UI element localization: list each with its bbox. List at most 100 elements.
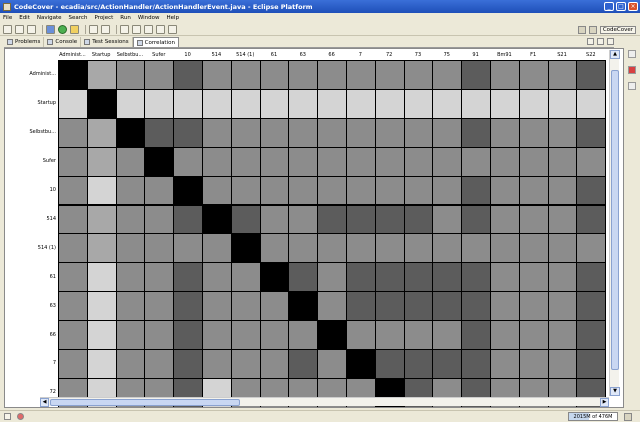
run-icon[interactable] (58, 24, 67, 34)
matrix-cell[interactable] (317, 349, 347, 379)
minimize-button[interactable]: _ (604, 2, 614, 11)
restore-view-icon[interactable] (628, 50, 636, 58)
matrix-cell[interactable] (317, 60, 347, 90)
close-button[interactable]: × (628, 2, 638, 11)
matrix-cell[interactable] (518, 175, 549, 206)
matrix-cell[interactable] (202, 204, 232, 235)
matrix-cell[interactable] (346, 117, 376, 148)
matrix-cell[interactable] (259, 233, 290, 264)
matrix-cell[interactable] (144, 349, 175, 379)
matrix-cell[interactable] (576, 320, 607, 350)
matrix-cell[interactable] (317, 233, 347, 264)
matrix-cell[interactable] (86, 117, 117, 148)
matrix-cell[interactable] (317, 175, 347, 206)
scroll-left-icon[interactable]: ◀ (40, 398, 49, 407)
matrix-cell[interactable] (115, 117, 146, 148)
matrix-cell[interactable] (288, 60, 319, 90)
external-tools-icon[interactable] (70, 24, 79, 34)
open-type-icon[interactable] (89, 24, 98, 34)
matrix-cell[interactable] (576, 146, 607, 177)
next-annotation-icon[interactable] (132, 24, 141, 34)
matrix-cell[interactable] (518, 233, 549, 264)
matrix-cell[interactable] (288, 262, 319, 293)
menu-window[interactable]: Window (138, 15, 160, 21)
vertical-scroll-thumb[interactable] (611, 70, 619, 370)
matrix-cell[interactable] (461, 204, 491, 235)
matrix-cell[interactable] (317, 146, 347, 177)
matrix-cell[interactable] (374, 262, 405, 293)
matrix-cell[interactable] (374, 291, 405, 322)
matrix-cell[interactable] (403, 262, 434, 293)
matrix-cell[interactable] (461, 349, 491, 379)
matrix-cell[interactable] (86, 349, 117, 379)
matrix-cell[interactable] (346, 204, 376, 235)
matrix-cell[interactable] (259, 88, 290, 119)
matrix-cell[interactable] (518, 262, 549, 293)
matrix-cell[interactable] (202, 291, 232, 322)
matrix-cell[interactable] (317, 291, 347, 322)
maximize-view-icon[interactable] (607, 38, 614, 45)
matrix-cell[interactable] (173, 233, 203, 264)
matrix-cell[interactable] (461, 60, 491, 90)
tab-test-sessions[interactable]: Test Sessions (81, 37, 133, 47)
matrix-cell[interactable] (173, 60, 203, 90)
matrix-cell[interactable] (374, 204, 405, 235)
matrix-cell[interactable] (86, 204, 117, 235)
menu-navigate[interactable]: Navigate (37, 15, 62, 21)
menu-edit[interactable]: Edit (19, 15, 30, 21)
matrix-cell[interactable] (86, 291, 117, 322)
matrix-cell[interactable] (403, 88, 434, 119)
matrix-cell[interactable] (86, 262, 117, 293)
matrix-cell[interactable] (518, 146, 549, 177)
matrix-cell[interactable] (432, 88, 463, 119)
matrix-cell[interactable] (374, 117, 405, 148)
matrix-cell[interactable] (115, 349, 146, 379)
matrix-cell[interactable] (547, 320, 578, 350)
matrix-cell[interactable] (202, 233, 232, 264)
matrix-cell[interactable] (547, 204, 578, 235)
matrix-cell[interactable] (403, 117, 434, 148)
matrix-cell[interactable] (230, 349, 261, 379)
matrix-cell[interactable] (230, 60, 261, 90)
view-menu-icon[interactable] (587, 38, 594, 45)
matrix-cell[interactable] (461, 320, 491, 350)
matrix-cell[interactable] (374, 60, 405, 90)
matrix-cell[interactable] (144, 233, 175, 264)
matrix-cell[interactable] (576, 88, 607, 119)
matrix-cell[interactable] (230, 175, 261, 206)
matrix-cell[interactable] (86, 88, 117, 119)
matrix-cell[interactable] (346, 146, 376, 177)
matrix-cell[interactable] (346, 88, 376, 119)
matrix-cell[interactable] (288, 204, 319, 235)
matrix-cell[interactable] (202, 146, 232, 177)
matrix-cell[interactable] (403, 349, 434, 379)
horizontal-scrollbar[interactable]: ◀ ▶ (40, 397, 609, 407)
coverage-icon[interactable] (120, 24, 129, 34)
fast-view-icon[interactable] (4, 413, 11, 420)
error-log-icon[interactable] (628, 66, 636, 74)
matrix-cell[interactable] (202, 262, 232, 293)
matrix-cell[interactable] (230, 204, 261, 235)
minimize-view-icon[interactable] (597, 38, 604, 45)
matrix-cell[interactable] (576, 349, 607, 379)
menu-file[interactable]: File (3, 15, 12, 21)
matrix-cell[interactable] (547, 146, 578, 177)
matrix-cell[interactable] (346, 233, 376, 264)
matrix-cell[interactable] (144, 117, 175, 148)
matrix-cell[interactable] (115, 204, 146, 235)
matrix-cell[interactable] (115, 320, 146, 350)
matrix-cell[interactable] (288, 88, 319, 119)
outline-icon[interactable] (628, 82, 636, 90)
matrix-cell[interactable] (58, 204, 88, 235)
back-icon[interactable] (156, 24, 165, 34)
matrix-cell[interactable] (288, 291, 319, 322)
matrix-cell[interactable] (490, 291, 520, 322)
forward-icon[interactable] (168, 24, 177, 34)
matrix-cell[interactable] (317, 117, 347, 148)
matrix-cell[interactable] (202, 88, 232, 119)
matrix-cell[interactable] (432, 233, 463, 264)
search-icon[interactable] (101, 24, 110, 34)
matrix-cell[interactable] (115, 233, 146, 264)
matrix-cell[interactable] (518, 291, 549, 322)
matrix-cell[interactable] (230, 291, 261, 322)
